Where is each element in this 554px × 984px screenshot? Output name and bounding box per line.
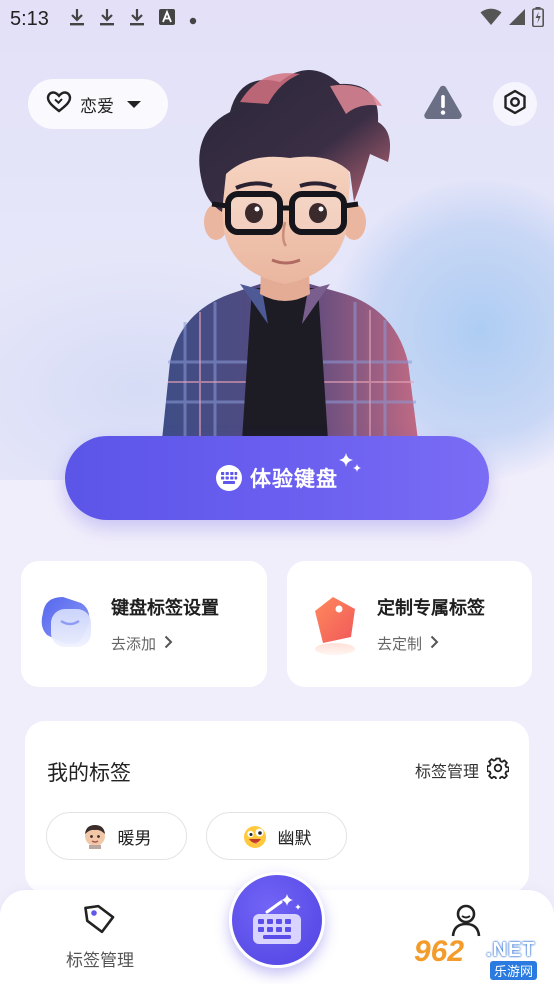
tag-manage-label: 标签管理 (414, 762, 479, 781)
heart-outline-icon (46, 91, 72, 117)
boy-emoji-icon (82, 823, 108, 849)
signal-icon (508, 8, 526, 31)
card-title: 定制专属标签 (377, 598, 485, 619)
battery-charging-icon (532, 6, 544, 32)
tag-icon (83, 902, 117, 938)
tag-stack-icon (37, 591, 99, 657)
my-tags-title: 我的标签 (47, 761, 131, 785)
custom-tag-icon (303, 591, 365, 657)
status-bar: 5:13 (0, 0, 554, 38)
tag-chip-warm[interactable]: 暖男 (46, 812, 187, 860)
hexagon-settings-icon (502, 89, 528, 119)
card-link-label: 去定制 (377, 635, 423, 653)
card-link-label: 去添加 (111, 635, 157, 653)
customize-link[interactable]: 去定制 (377, 633, 439, 654)
tag-label: 幽默 (277, 828, 312, 849)
keyboard-icon (216, 465, 242, 491)
wifi-icon (480, 8, 502, 31)
tag-label: 暖男 (117, 828, 152, 849)
tag-manage-link[interactable]: 标签管理 (414, 757, 510, 783)
add-tag-link[interactable]: 去添加 (111, 633, 173, 654)
gear-icon (486, 757, 510, 783)
character-illustration (140, 62, 430, 440)
dot-icon (189, 9, 197, 30)
mode-label: 恋爱 (80, 96, 114, 117)
try-keyboard-button[interactable]: 体验键盘 (65, 436, 489, 520)
font-icon (158, 8, 175, 30)
watermark-logo: 962 .NET 乐游网 (414, 935, 550, 981)
download-icon (69, 8, 85, 31)
status-time: 5:13 (10, 7, 49, 30)
status-indicators (480, 6, 544, 32)
keyboard-tag-settings-card[interactable]: 键盘标签设置 去添加 (21, 561, 267, 687)
watermark-suffix: .NET (486, 939, 536, 961)
my-tags-panel: 我的标签 标签管理 暖男 幽默 (25, 721, 529, 893)
download-icon (129, 8, 145, 31)
download-icon (99, 8, 115, 31)
tag-chip-humor[interactable]: 幽默 (206, 812, 347, 860)
watermark-site: 乐游网 (490, 961, 538, 980)
chevron-right-icon (430, 635, 439, 653)
watermark-number: 962 (414, 935, 465, 968)
nav-item-tag-manage[interactable]: 标签管理 (58, 902, 142, 972)
keyboard-magic-icon (247, 890, 307, 950)
cta-label: 体验键盘 (250, 467, 338, 491)
nav-label: 标签管理 (66, 951, 134, 971)
center-keyboard-button[interactable] (229, 872, 325, 968)
chevron-right-icon (164, 635, 173, 653)
card-title: 键盘标签设置 (111, 598, 219, 619)
laughing-emoji-icon (242, 823, 268, 849)
settings-button[interactable] (493, 82, 537, 126)
sparkle-icon (338, 452, 364, 480)
custom-tag-card[interactable]: 定制专属标签 去定制 (287, 561, 532, 687)
